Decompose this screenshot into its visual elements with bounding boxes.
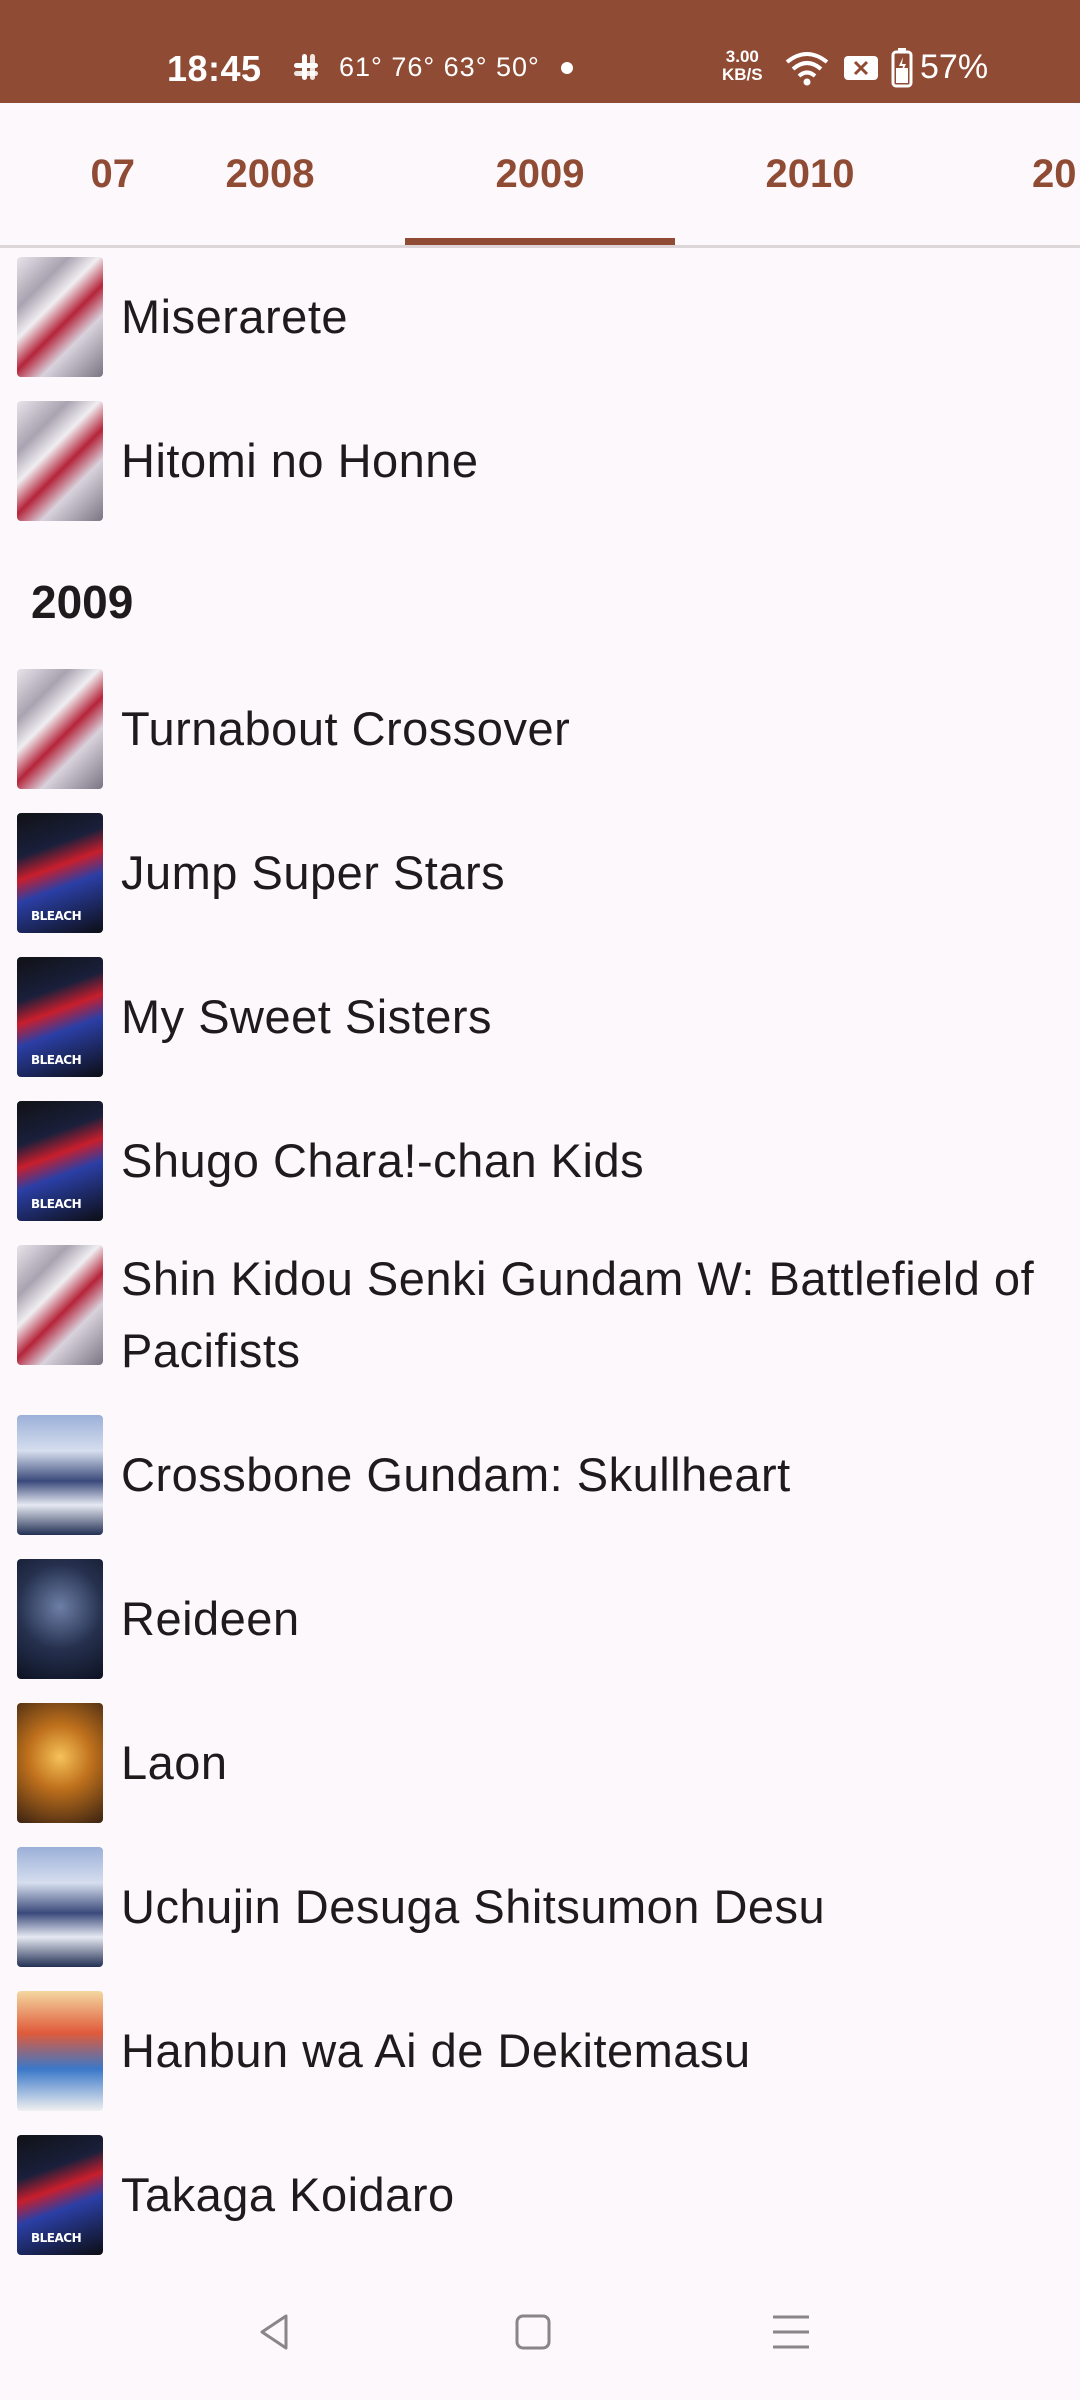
item-title: Hitomi no Honne xyxy=(121,434,479,487)
cover-text: BLEACH xyxy=(31,1053,82,1067)
notification-dot xyxy=(561,62,573,74)
item-title: Hanbun wa Ai de Dekitemasu xyxy=(121,2024,751,2077)
list-item[interactable]: Uchujin Desuga Shitsumon Desu xyxy=(0,1835,1080,1979)
item-title: Turnabout Crossover xyxy=(121,702,571,755)
network-speed-value: 3.00 xyxy=(725,47,759,66)
network-speed: 3.00 KB/S xyxy=(722,48,763,84)
network-speed-unit: KB/S xyxy=(722,65,763,84)
tab-2010[interactable]: 2010 xyxy=(675,103,945,245)
cover-image xyxy=(17,1415,103,1535)
list-item[interactable]: BLEACH Jump Super Stars xyxy=(0,801,1080,945)
cover-image xyxy=(17,1703,103,1823)
item-title: Jump Super Stars xyxy=(121,846,506,899)
slack-icon xyxy=(294,54,318,80)
list-item[interactable]: Reideen xyxy=(0,1547,1080,1691)
cover-image xyxy=(17,669,103,789)
tab-2011[interactable]: 20 xyxy=(945,103,1080,245)
cover-image xyxy=(17,1847,103,1967)
cover-image xyxy=(17,257,103,377)
item-title: Uchujin Desuga Shitsumon Desu xyxy=(121,1880,826,1933)
cover-image: BLEACH xyxy=(17,2135,103,2255)
battery-icon xyxy=(891,48,913,88)
tab-2007[interactable]: 07 xyxy=(0,103,136,245)
list-item[interactable]: BLEACH Shugo Chara!-chan Kids xyxy=(0,1089,1080,1233)
list-item[interactable]: Hitomi no Honne xyxy=(0,389,1080,533)
tab-label: 20 xyxy=(1032,151,1077,196)
item-title: My Sweet Sisters xyxy=(121,990,493,1043)
wifi-icon xyxy=(785,52,829,86)
list-item[interactable]: BLEACH My Sweet Sisters xyxy=(0,945,1080,1089)
cover-image xyxy=(17,1559,103,1679)
selected-tab-indicator xyxy=(405,238,675,245)
menu-icon[interactable] xyxy=(766,2307,816,2357)
item-title: Miserarete xyxy=(121,290,349,343)
year-tabs: 07 2008 2009 2010 20 xyxy=(0,103,1080,248)
cover-image xyxy=(17,401,103,521)
item-title: Takaga Koidaro xyxy=(121,2168,455,2221)
list-item[interactable]: Turnabout Crossover xyxy=(0,657,1080,801)
tab-2008[interactable]: 2008 xyxy=(135,103,405,245)
list-item[interactable]: Shin Kidou Senki Gundam W: Battlefield o… xyxy=(0,1233,1080,1403)
list-item[interactable]: Hanbun wa Ai de Dekitemasu xyxy=(0,1979,1080,2123)
cover-image: BLEACH xyxy=(17,813,103,933)
section-header-label: 2009 xyxy=(31,576,134,628)
list-item[interactable]: Laon xyxy=(0,1691,1080,1835)
status-bar: 18:45 61° 76° 63° 50° 3.00 KB/S 57% xyxy=(0,0,1080,103)
back-icon[interactable] xyxy=(250,2307,300,2357)
cover-image xyxy=(17,1245,103,1365)
cover-text: BLEACH xyxy=(31,1197,82,1211)
cover-image: BLEACH xyxy=(17,957,103,1077)
cover-text: BLEACH xyxy=(31,909,82,923)
sim-card-x-icon xyxy=(844,56,878,80)
list-item[interactable]: Miserarete xyxy=(0,245,1080,389)
cover-text: BLEACH xyxy=(31,2231,82,2245)
list-item[interactable]: Crossbone Gundam: Skullheart xyxy=(0,1403,1080,1547)
navigation-bar xyxy=(0,2265,1080,2400)
home-icon[interactable] xyxy=(508,2307,558,2357)
tab-label: 2008 xyxy=(225,151,315,196)
tab-2009[interactable]: 2009 xyxy=(405,103,675,245)
section-header: 2009 xyxy=(0,533,1080,657)
status-time: 18:45 xyxy=(167,48,262,89)
item-title: Laon xyxy=(121,1736,228,1789)
item-title: Reideen xyxy=(121,1592,300,1645)
item-title: Shugo Chara!-chan Kids xyxy=(121,1134,645,1187)
weather-temps: 61° 76° 63° 50° xyxy=(339,52,540,82)
cover-image: BLEACH xyxy=(17,1101,103,1221)
item-title: Shin Kidou Senki Gundam W: Battlefield o… xyxy=(121,1252,1035,1377)
tab-label: 2010 xyxy=(765,151,855,196)
tab-label: 2009 xyxy=(495,151,585,196)
item-title: Crossbone Gundam: Skullheart xyxy=(121,1448,791,1501)
battery-percent: 57% xyxy=(920,48,989,86)
title-list: Miserarete Hitomi no Honne 2009 Turnabou… xyxy=(0,245,1080,2267)
tab-label: 07 xyxy=(90,151,136,196)
cover-image xyxy=(17,1991,103,2111)
list-item[interactable]: BLEACH Takaga Koidaro xyxy=(0,2123,1080,2267)
